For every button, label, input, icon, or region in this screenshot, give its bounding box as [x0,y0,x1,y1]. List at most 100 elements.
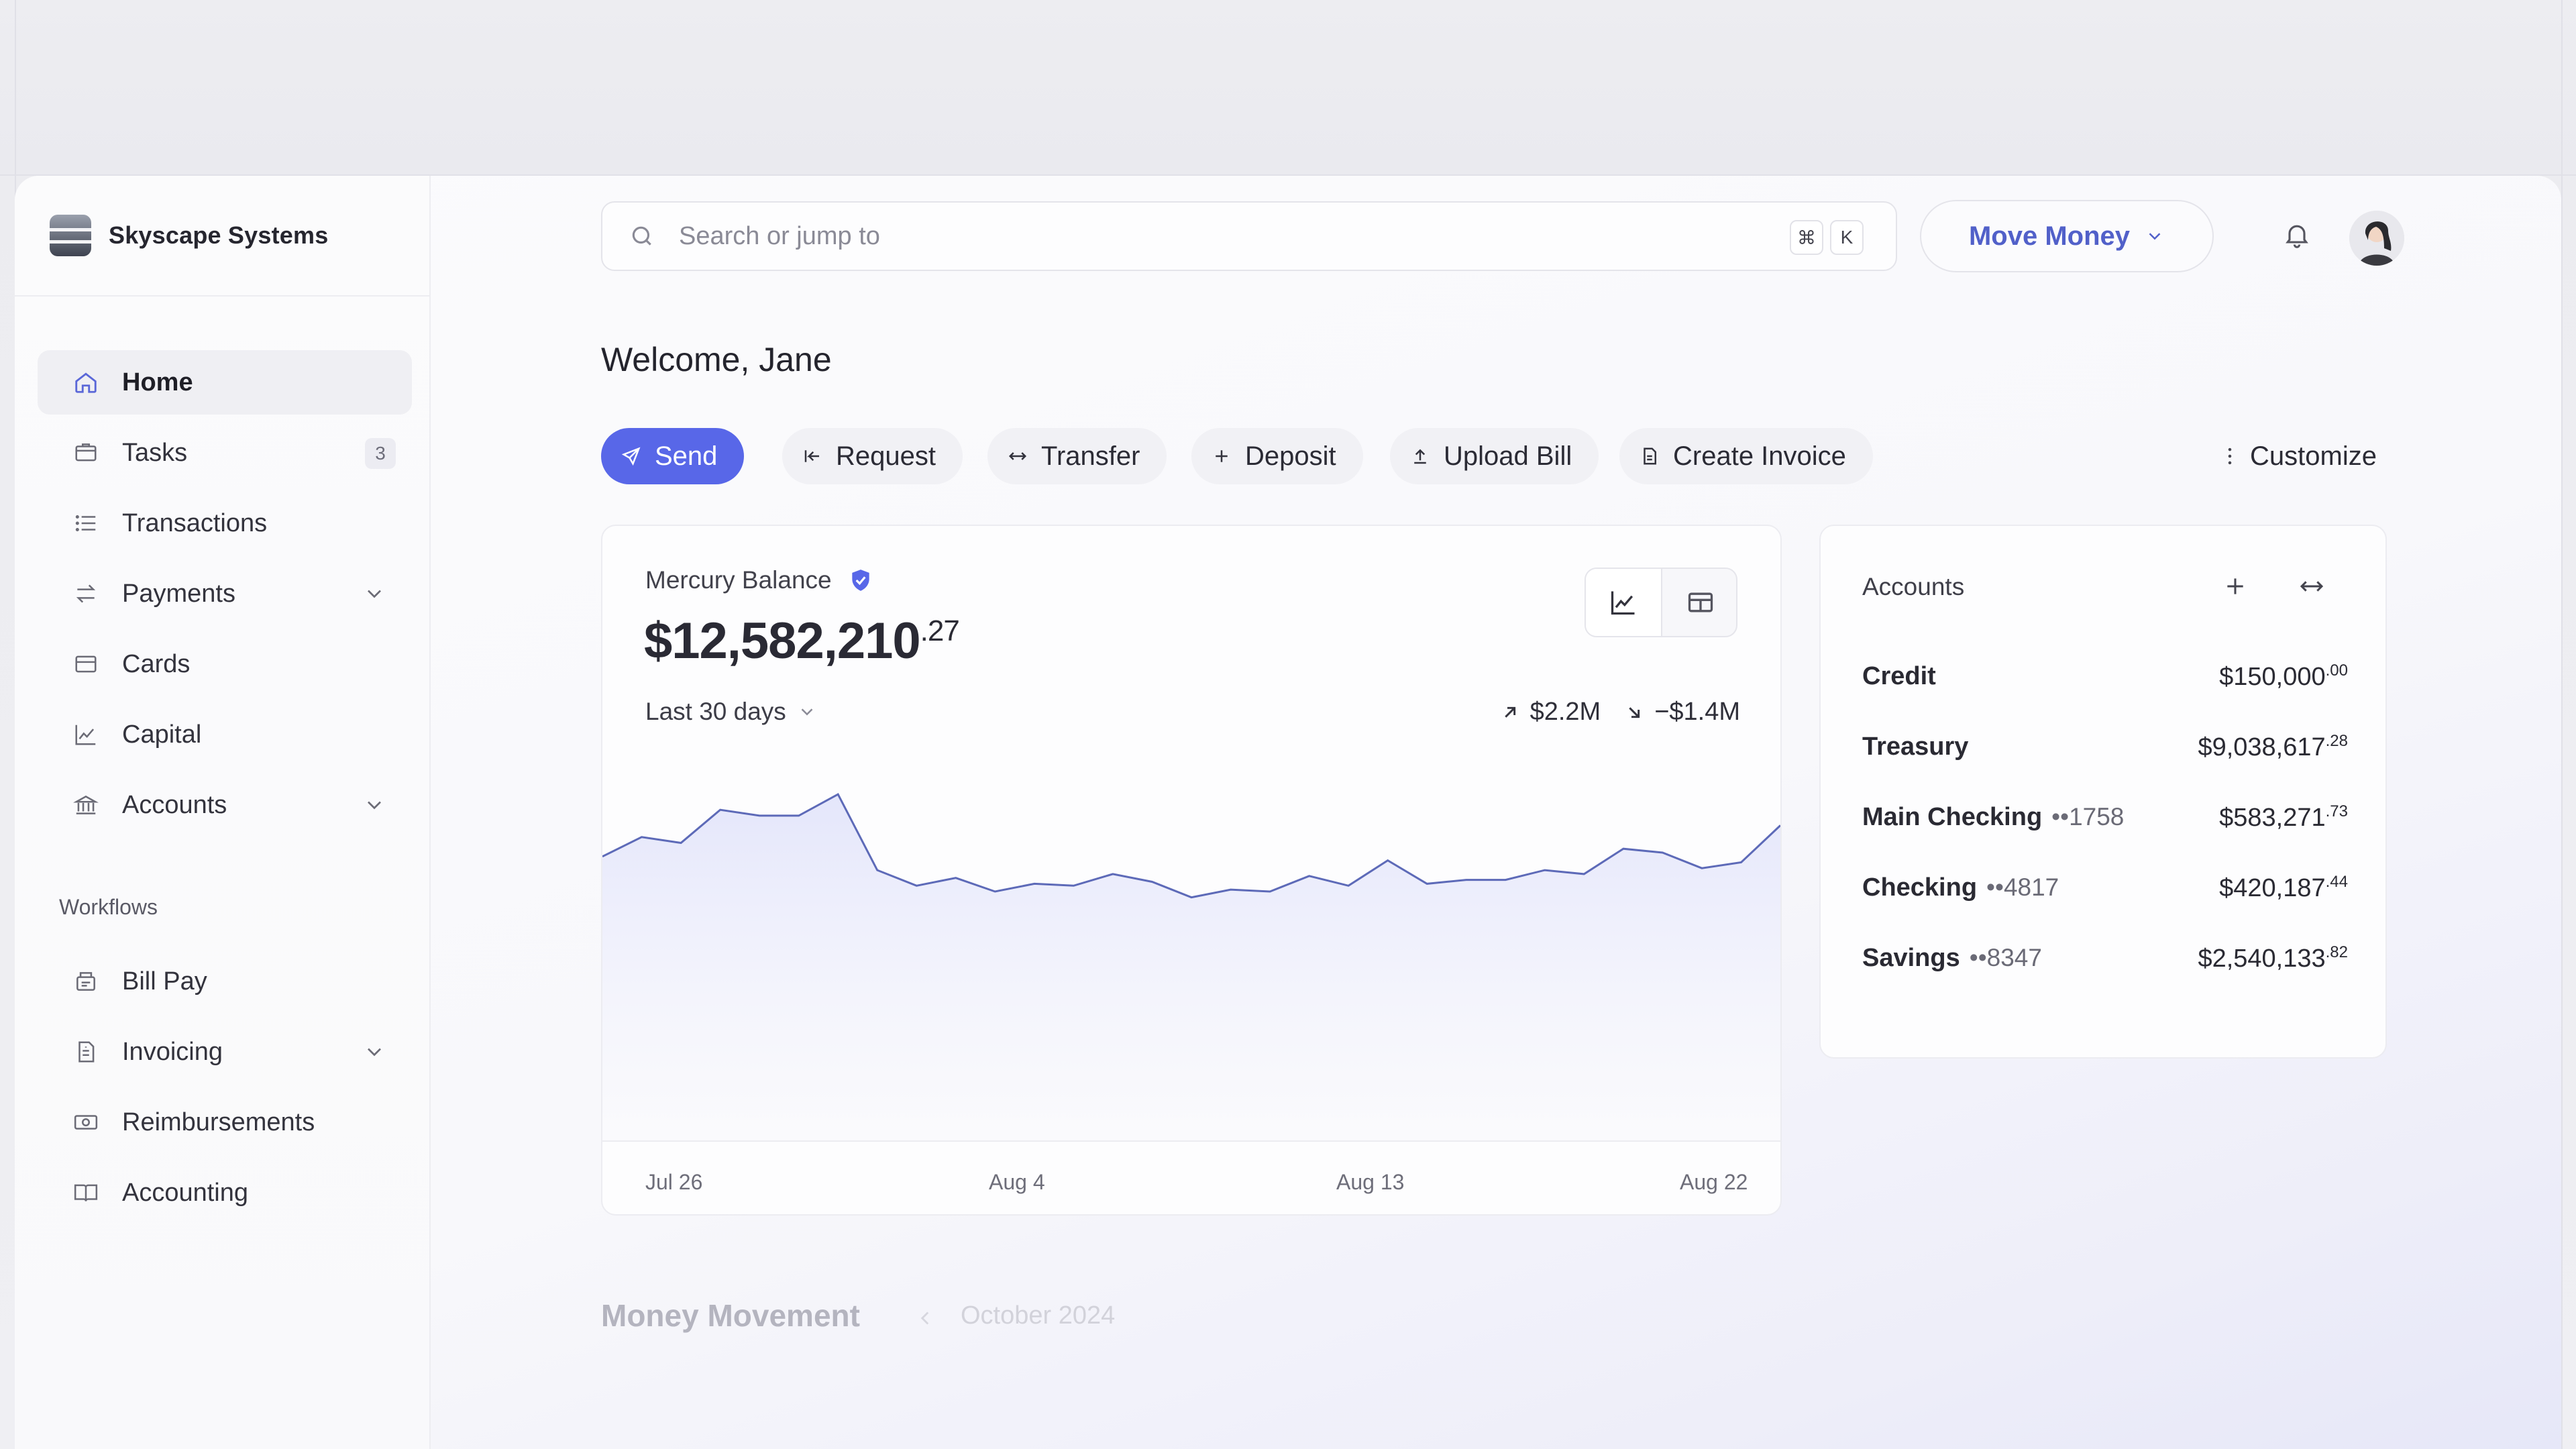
send-button[interactable]: Send [601,428,745,484]
account-balance-cents: .73 [2325,802,2348,820]
sidebar-item-accounts[interactable]: Accounts [38,773,412,837]
top-backdrop [0,0,2576,176]
table-view-button[interactable] [1662,569,1736,636]
cash-flows: $2.2M −$1.4M [1499,698,1740,727]
account-balance: $150,000.00 [2219,661,2348,692]
expand-horizontal-icon[interactable] [2298,573,2325,600]
chevron-left-icon[interactable] [914,1307,936,1330]
invoice-icon [72,1038,99,1065]
period-label: Last 30 days [645,698,786,725]
upload-icon [1414,449,1426,464]
kebab-icon [2228,447,2232,465]
document-icon [1644,447,1656,465]
money-movement-title: Money Movement [601,1298,860,1333]
balance-card: Mercury Balance $12,582,210.27 Last 30 d… [601,525,1782,1216]
account-mask: ••1758 [2051,803,2125,830]
org-name: Skyscape Systems [109,221,329,249]
account-balance: $583,271.73 [2219,802,2348,833]
balance-cents: .27 [920,614,960,647]
org-switcher[interactable]: Skyscape Systems [15,176,431,297]
x-tick-label: Aug 4 [989,1170,1045,1194]
account-balance-whole: $2,540,133 [2198,944,2326,973]
sidebar-item-transactions[interactable]: Transactions [38,491,412,555]
account-balance-cents: .00 [2325,661,2348,680]
account-balance-whole: $420,187 [2219,873,2326,902]
x-tick-label: Aug 22 [1680,1170,1748,1194]
account-balance-cents: .82 [2325,943,2348,961]
sidebar-item-label: Reimbursements [122,1108,315,1136]
period-selector[interactable]: Last 30 days [645,698,817,726]
card-icon [72,651,99,678]
upload-bill-label: Upload Bill [1444,441,1572,471]
chart-view-button[interactable] [1586,569,1662,636]
plus-icon[interactable] [2222,573,2249,600]
transfer-arrows-icon [72,580,99,607]
chevron-down-icon[interactable] [362,1040,386,1064]
table-icon [1688,592,1713,612]
home-icon [72,369,99,396]
customize-button[interactable]: Customize [2222,428,2377,484]
request-label: Request [836,441,936,471]
account-row-credit[interactable]: Credit $150,000.00 [1862,656,2348,696]
account-mask: ••4817 [1986,873,2059,901]
sidebar-item-accounting[interactable]: Accounting [38,1161,412,1225]
account-row-main-checking[interactable]: Main Checking ••1758 $583,271.73 [1862,797,2348,837]
chevron-down-icon[interactable] [362,582,386,606]
sidebar-item-cards[interactable]: Cards [38,632,412,696]
sidebar-item-label: Accounting [122,1178,249,1207]
sidebar-item-label: Tasks [122,438,188,467]
chevron-down-icon [2149,233,2161,240]
backdrop-divider [2561,0,2563,1449]
sidebar-item-reimbursements[interactable]: Reimbursements [38,1090,412,1155]
accounts-card: Accounts Credit $150,000.00 Treasury $9,… [1819,525,2387,1059]
upload-bill-button[interactable]: Upload Bill [1390,428,1599,484]
inflow-value: $2.2M [1529,698,1601,726]
search-icon [632,226,651,246]
account-balance-cents: .28 [2325,731,2348,750]
chevron-down-icon [801,708,813,716]
chevron-down-icon[interactable] [362,793,386,817]
shortcut-k-key: K [1830,220,1864,255]
account-name: Checking [1862,873,1978,902]
sidebar-item-bill-pay[interactable]: Bill Pay [38,949,412,1014]
sidebar-item-label: Capital [122,720,202,749]
request-button[interactable]: Request [782,428,963,484]
account-name: Credit [1862,661,1936,690]
account-balance-whole: $583,271 [2219,803,2326,832]
list-icon [72,510,99,537]
account-row-savings[interactable]: Savings ••8347 $2,540,133.82 [1862,938,2348,978]
verified-shield-icon [851,570,869,591]
transfer-button[interactable]: Transfer [987,428,1167,484]
bell-icon[interactable] [2282,220,2312,250]
arrow-down-right-icon [1629,706,1640,718]
balance-whole: $12,582,210 [644,612,921,669]
plus-icon [1216,450,1228,462]
search-input[interactable]: Search or jump to ⌘ K [601,201,1897,271]
user-avatar[interactable] [2349,211,2404,266]
move-money-button[interactable]: Move Money [1920,200,2214,272]
account-row-treasury[interactable]: Treasury $9,038,617.28 [1862,727,2348,767]
view-toggle [1585,568,1737,637]
balance-label-text: Mercury Balance [645,566,832,594]
balance-chart [602,792,1780,1142]
account-balance: $2,540,133.82 [2198,943,2348,973]
book-icon [72,1179,99,1206]
deposit-button[interactable]: Deposit [1191,428,1363,484]
account-row-checking[interactable]: Checking ••4817 $420,187.44 [1862,867,2348,908]
chart-area [602,794,1780,1140]
sidebar-item-payments[interactable]: Payments [38,561,412,626]
sidebar: Skyscape Systems Home Tasks 3 Transactio… [15,176,431,1449]
deposit-label: Deposit [1245,441,1336,471]
sidebar-item-label: Cards [122,649,191,678]
sidebar-item-label: Payments [122,579,235,608]
sidebar-item-capital[interactable]: Capital [38,702,412,767]
outflow-value: −$1.4M [1654,698,1740,726]
sidebar-item-tasks[interactable]: Tasks 3 [38,421,412,485]
sidebar-item-invoicing[interactable]: Invoicing [38,1020,412,1084]
sidebar-item-label: Invoicing [122,1037,223,1066]
sidebar-item-home[interactable]: Home [38,350,412,415]
arrow-up-right-icon [1504,706,1515,718]
send-label: Send [655,441,718,471]
search-placeholder: Search or jump to [679,221,880,250]
create-invoice-button[interactable]: Create Invoice [1619,428,1873,484]
